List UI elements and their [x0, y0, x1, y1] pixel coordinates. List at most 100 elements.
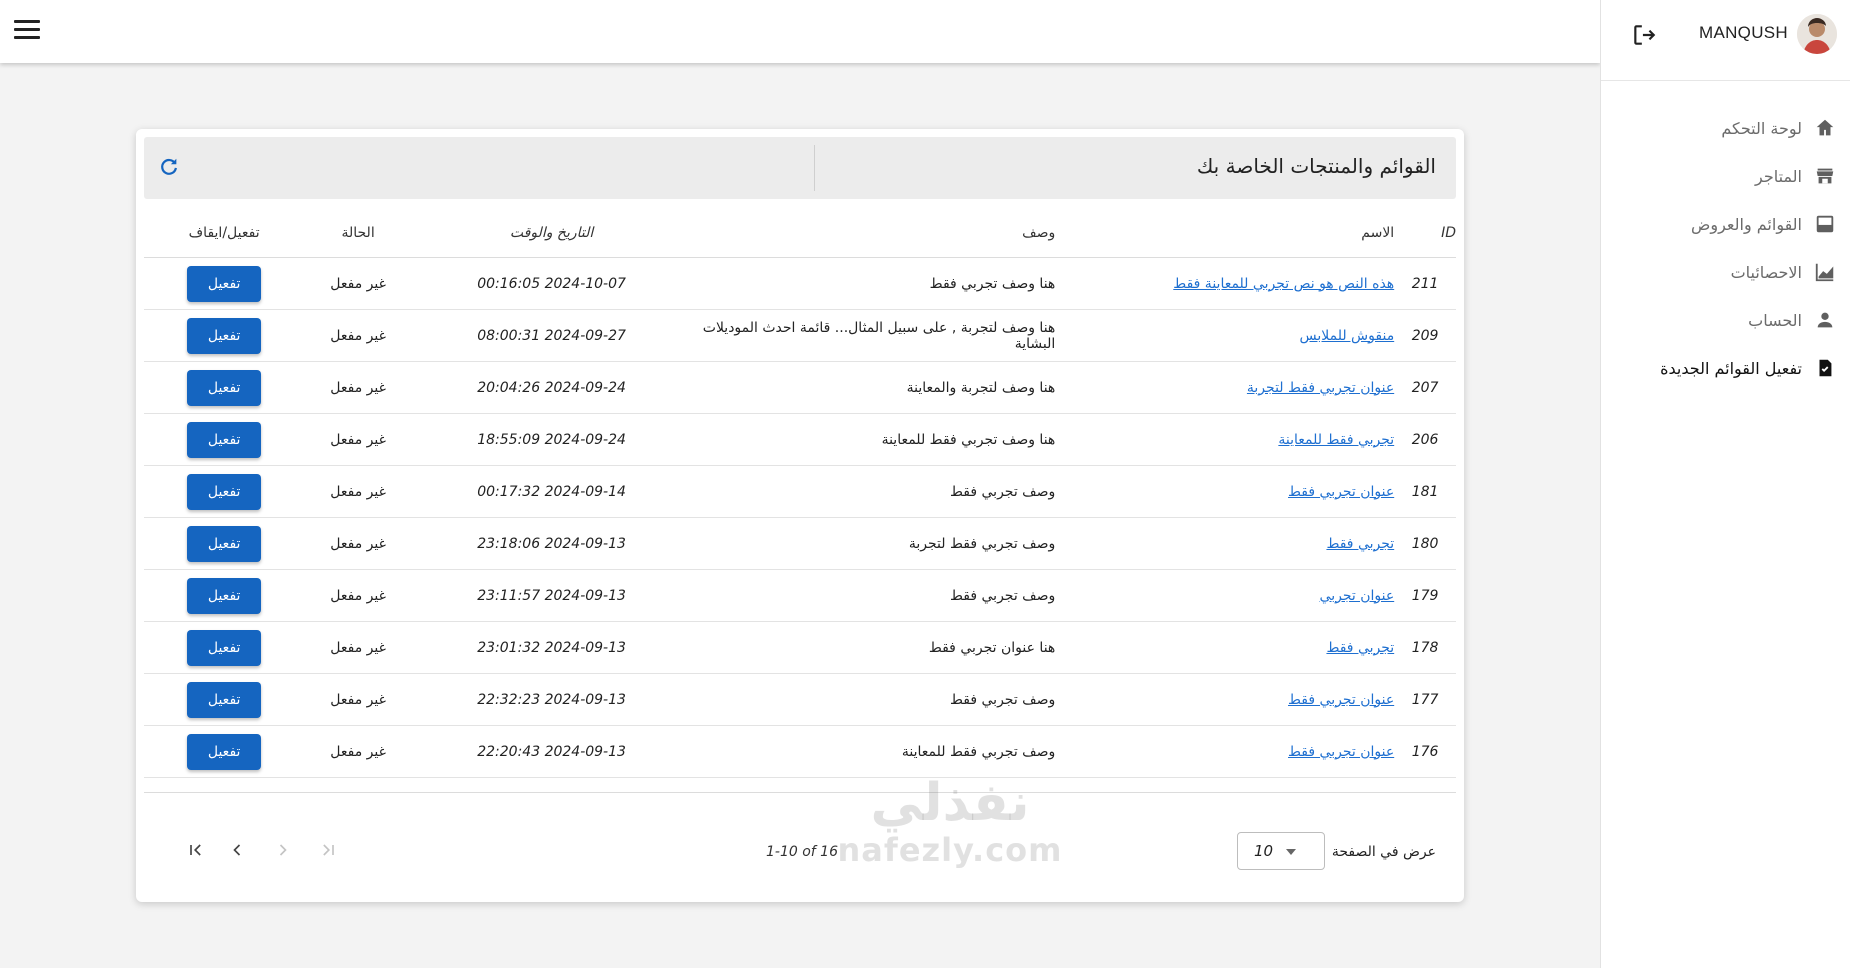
activate-button[interactable]: تفعيل — [187, 525, 262, 562]
column-header-description[interactable]: وصف — [691, 209, 1056, 258]
refresh-icon[interactable] — [158, 156, 180, 178]
previous-page-icon[interactable] — [227, 840, 247, 860]
sidebar-item-label: الاحصائيات — [1730, 262, 1802, 282]
activate-button[interactable]: تفعيل — [187, 577, 262, 614]
chevron-down-icon — [1286, 849, 1296, 855]
row-name-link[interactable]: تجربي فقط للمعاينة — [1278, 432, 1394, 448]
column-header-datetime[interactable]: التاريخ والوقت — [411, 209, 692, 258]
row-description: هنا وصف لتجربة والمعاينة — [691, 361, 1056, 414]
table-header-row: ID الاسم وصف التاريخ والوقت الحالة تفعيل… — [144, 209, 1456, 258]
column-header-toggle: تفعيل/ايقاف — [144, 209, 305, 258]
next-page-icon[interactable] — [273, 840, 293, 860]
row-datetime: 2024-09-24 20:04:26 — [411, 361, 692, 414]
home-icon — [1816, 119, 1834, 136]
row-datetime: 2024-10-07 00:16:05 — [411, 257, 692, 310]
row-description: وصف تجربي فقط لتجربة — [691, 517, 1056, 570]
activate-button[interactable]: تفعيل — [187, 681, 262, 718]
row-status: غير مفعل — [304, 517, 412, 570]
activate-button[interactable]: تفعيل — [187, 265, 262, 302]
logout-icon[interactable] — [1631, 22, 1657, 48]
row-datetime: 2024-09-13 23:01:32 — [411, 621, 692, 674]
first-page-icon[interactable] — [186, 840, 206, 860]
card-header: القوائم والمنتجات الخاصة بك — [144, 137, 1456, 199]
row-datetime: 2024-09-13 23:11:57 — [411, 569, 692, 622]
lists-table: ID الاسم وصف التاريخ والوقت الحالة تفعيل… — [144, 209, 1456, 778]
store-icon — [1816, 168, 1834, 184]
row-datetime: 2024-09-13 23:18:06 — [411, 517, 692, 570]
sidebar-header: MANQUSH — [1601, 0, 1850, 81]
sidebar-item-label: لوحة التحكم — [1721, 118, 1802, 138]
activate-button[interactable]: تفعيل — [187, 317, 262, 354]
username: MANQUSH — [1699, 23, 1788, 42]
column-header-status[interactable]: الحالة — [304, 209, 412, 258]
sidebar-nav: لوحة التحكم المتاجر القوائم والعروض الاح… — [1601, 104, 1850, 392]
row-description: هنا عنوان تجربي فقط — [691, 621, 1056, 674]
row-description: وصف تجربي فقط — [691, 465, 1056, 518]
list-icon — [1816, 215, 1834, 233]
row-status: غير مفعل — [304, 725, 412, 778]
row-status: غير مفعل — [304, 673, 412, 726]
per-page-select[interactable]: 10 — [1237, 832, 1325, 870]
sidebar-item-lists-offers[interactable]: القوائم والعروض — [1601, 200, 1850, 248]
table-row: 211 هذه النص هو نص تجربي للمعاينة فقط هن… — [144, 257, 1456, 310]
table-row: 181 عنوان تجربي فقط وصف تجربي فقط 2024-0… — [144, 465, 1456, 518]
row-name-link[interactable]: تجربي فقط — [1326, 536, 1394, 552]
person-icon — [1817, 312, 1833, 328]
row-datetime: 2024-09-27 08:00:31 — [411, 309, 692, 362]
row-name-link[interactable]: عنوان تجربي فقط — [1288, 744, 1394, 760]
row-id: 180 — [1394, 517, 1456, 570]
row-id: 177 — [1394, 673, 1456, 726]
table-row: 178 تجربي فقط هنا عنوان تجربي فقط 2024-0… — [144, 621, 1456, 674]
row-name-link[interactable]: عنوان تجربي فقط — [1288, 692, 1394, 708]
row-name-link[interactable]: عنوان تجربي — [1320, 588, 1395, 604]
sidebar: MANQUSH لوحة التحكم المتاجر القوائم والع… — [1600, 0, 1850, 968]
menu-icon[interactable] — [14, 20, 40, 42]
activate-button[interactable]: تفعيل — [187, 421, 262, 458]
row-name-link[interactable]: عنوان تجربي فقط لتجربة — [1247, 380, 1394, 396]
column-header-name[interactable]: الاسم — [1055, 209, 1395, 258]
sidebar-item-dashboard[interactable]: لوحة التحكم — [1601, 104, 1850, 152]
column-header-id[interactable]: ID — [1394, 209, 1456, 258]
row-status: غير مفعل — [304, 569, 412, 622]
row-name-link[interactable]: هذه النص هو نص تجربي للمعاينة فقط — [1173, 276, 1394, 292]
sidebar-item-label: المتاجر — [1755, 166, 1802, 186]
row-id: 176 — [1394, 725, 1456, 778]
activate-button[interactable]: تفعيل — [187, 369, 262, 406]
row-description: وصف تجربي فقط للمعاينة — [691, 725, 1056, 778]
row-name-link[interactable]: تجربي فقط — [1326, 640, 1394, 656]
row-id: 209 — [1394, 309, 1456, 362]
per-page-value: 10 — [1254, 842, 1274, 860]
sidebar-item-account[interactable]: الحساب — [1601, 296, 1850, 344]
activate-list-icon — [1819, 359, 1832, 377]
header-divider — [814, 145, 815, 191]
activate-button[interactable]: تفعيل — [187, 629, 262, 666]
pagination-divider — [144, 792, 1456, 793]
sidebar-item-label: تفعيل القوائم الجديدة — [1660, 358, 1802, 378]
chart-icon — [1815, 263, 1834, 282]
lists-card: القوائم والمنتجات الخاصة بك ID الاسم وصف… — [136, 129, 1464, 902]
avatar[interactable] — [1797, 14, 1837, 54]
row-datetime: 2024-09-24 18:55:09 — [411, 413, 692, 466]
row-name-link[interactable]: عنوان تجربي فقط — [1288, 484, 1394, 500]
sidebar-item-activate-lists[interactable]: تفعيل القوائم الجديدة — [1601, 344, 1850, 392]
sidebar-item-statistics[interactable]: الاحصائيات — [1601, 248, 1850, 296]
page-title: القوائم والمنتجات الخاصة بك — [1196, 154, 1436, 178]
row-id: 207 — [1394, 361, 1456, 414]
row-description: وصف تجربي فقط — [691, 673, 1056, 726]
row-id: 181 — [1394, 465, 1456, 518]
row-description: هنا وصف تجربي فقط للمعاينة — [691, 413, 1056, 466]
sidebar-item-stores[interactable]: المتاجر — [1601, 152, 1850, 200]
row-status: غير مفعل — [304, 257, 412, 310]
page-range: 1-10 of 16 — [766, 844, 838, 860]
table-row: 209 منقوش للملابس هنا وصف لتجربة , على س… — [144, 309, 1456, 362]
row-description: هنا وصف لتجربة , على سبيل المثال... قائم… — [691, 309, 1056, 362]
row-status: غير مفعل — [304, 621, 412, 674]
activate-button[interactable]: تفعيل — [187, 733, 262, 770]
table-row: 177 عنوان تجربي فقط وصف تجربي فقط 2024-0… — [144, 673, 1456, 726]
row-datetime: 2024-09-14 00:17:32 — [411, 465, 692, 518]
activate-button[interactable]: تفعيل — [187, 473, 262, 510]
row-datetime: 2024-09-13 22:20:43 — [411, 725, 692, 778]
last-page-icon[interactable] — [318, 840, 338, 860]
row-name-link[interactable]: منقوش للملابس — [1300, 328, 1395, 344]
row-id: 211 — [1394, 257, 1456, 310]
